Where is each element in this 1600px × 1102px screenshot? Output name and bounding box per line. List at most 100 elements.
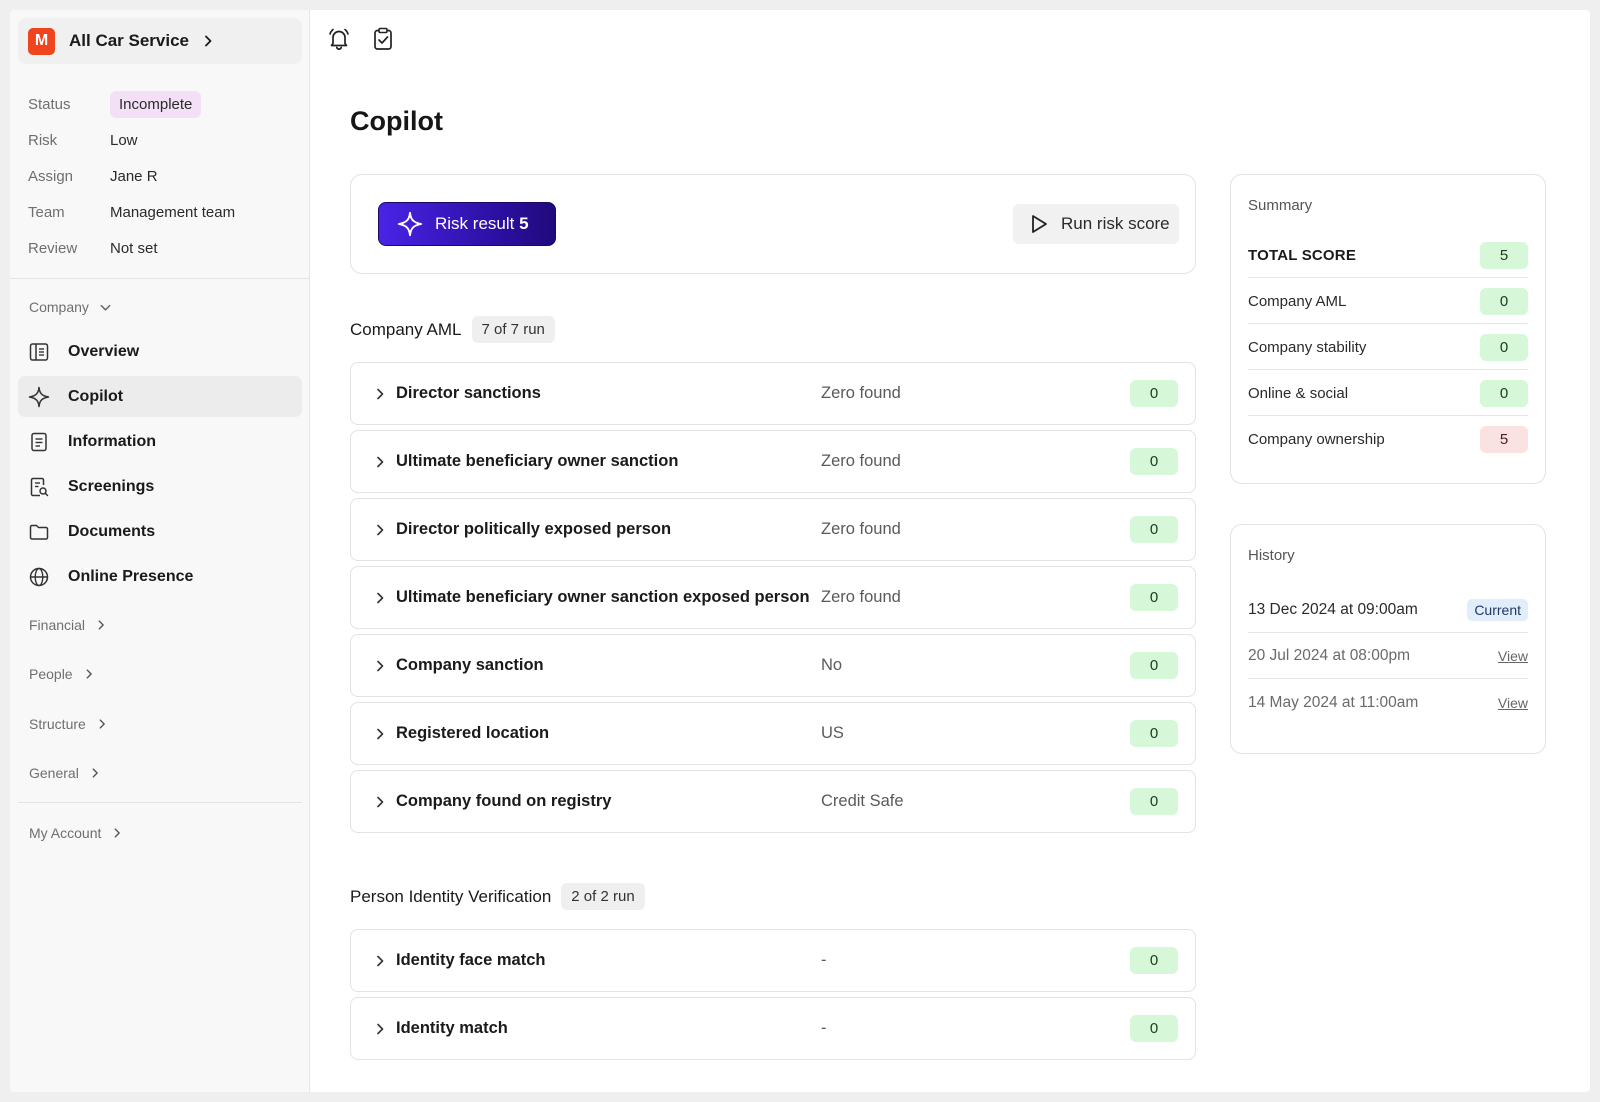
- sidebar-item-documents[interactable]: Documents: [18, 511, 302, 552]
- sidebar-item-label: Copilot: [68, 387, 124, 405]
- nav-group-company[interactable]: Company: [29, 299, 112, 315]
- check-row[interactable]: Director politically exposed person Zero…: [350, 498, 1196, 561]
- run-count-badge: 2 of 2 run: [561, 883, 645, 910]
- meta-assign: Assign Jane R: [28, 158, 298, 194]
- chevron-right-icon: [377, 524, 384, 536]
- check-row[interactable]: Ultimate beneficiary owner sanction expo…: [350, 566, 1196, 629]
- sidebar-item-overview[interactable]: Overview: [18, 331, 302, 372]
- org-switcher[interactable]: M All Car Service: [18, 18, 302, 64]
- score-badge: 0: [1130, 947, 1178, 974]
- sidebar-item-label: Screenings: [68, 477, 155, 495]
- check-name: Director politically exposed person: [396, 520, 672, 538]
- meta-key: Assign: [28, 167, 74, 185]
- summary-label: Company stability: [1248, 338, 1367, 356]
- page-title: Copilot: [350, 106, 443, 136]
- org-logo: M: [28, 27, 55, 55]
- check-row[interactable]: Identity match - 0: [350, 997, 1196, 1060]
- risk-result-button[interactable]: Risk result 5: [378, 202, 556, 246]
- meta-key: Review: [28, 239, 78, 257]
- meta-review: Review Not set: [28, 230, 298, 266]
- section-header-company-aml: Company AML 7 of 7 run: [350, 316, 555, 343]
- sidebar-item-information[interactable]: Information: [18, 421, 302, 462]
- bell-alert-icon[interactable]: [326, 26, 352, 52]
- check-row[interactable]: Company found on registry Credit Safe 0: [350, 770, 1196, 833]
- nav-group-general[interactable]: General: [29, 765, 101, 781]
- check-name: Ultimate beneficiary owner sanction expo…: [396, 588, 810, 606]
- score-badge: 0: [1130, 720, 1178, 747]
- summary-row-total: TOTAL SCORE 5: [1248, 233, 1528, 278]
- nav-group-label: Company: [29, 299, 89, 315]
- meta-team: Team Management team: [28, 194, 298, 230]
- check-name: Ultimate beneficiary owner sanction: [396, 452, 679, 470]
- chevron-right-icon: [377, 796, 384, 808]
- summary-label: TOTAL SCORE: [1248, 246, 1357, 264]
- check-row[interactable]: Ultimate beneficiary owner sanction Zero…: [350, 430, 1196, 493]
- chevron-right-icon: [377, 955, 384, 967]
- check-row[interactable]: Company sanction No 0: [350, 634, 1196, 697]
- chevron-right-icon: [86, 669, 92, 679]
- summary-row: Online & social 0: [1248, 371, 1528, 416]
- divider: [18, 802, 302, 803]
- score-badge: 0: [1130, 516, 1178, 543]
- score-badge: 0: [1130, 584, 1178, 611]
- history-date: 14 May 2024 at 11:00am: [1248, 693, 1419, 711]
- summary-row: Company stability 0: [1248, 325, 1528, 370]
- check-result: Zero found: [821, 452, 901, 470]
- meta-value[interactable]: Management team: [110, 204, 235, 221]
- meta-value[interactable]: Jane R: [110, 168, 158, 185]
- check-result: Credit Safe: [821, 792, 904, 810]
- check-result: -: [821, 951, 827, 969]
- chevron-right-icon: [377, 1023, 384, 1035]
- check-name: Company sanction: [396, 656, 544, 674]
- summary-title: Summary: [1248, 197, 1313, 214]
- check-row[interactable]: Identity face match - 0: [350, 929, 1196, 992]
- history-row: 13 Dec 2024 at 09:00am Current: [1248, 588, 1528, 633]
- sidebar: M All Car Service Status Incomplete Risk…: [10, 10, 310, 1092]
- score-badge: 0: [1480, 379, 1528, 407]
- meta-risk: Risk Low: [28, 122, 298, 158]
- risk-actions-card: Risk result 5 Run risk score: [350, 174, 1196, 274]
- summary-row: Company ownership 5: [1248, 417, 1528, 462]
- summary-label: Online & social: [1248, 384, 1349, 402]
- score-badge: 0: [1130, 788, 1178, 815]
- meta-key: Team: [28, 203, 65, 221]
- score-badge: 5: [1480, 426, 1528, 453]
- view-link[interactable]: View: [1498, 648, 1528, 664]
- check-row[interactable]: Registered location US 0: [350, 702, 1196, 765]
- meta-key: Status: [28, 95, 71, 113]
- clipboard-check-icon[interactable]: [370, 26, 396, 52]
- check-result: No: [821, 656, 843, 674]
- meta-value[interactable]: Not set: [110, 240, 158, 257]
- check-result: US: [821, 724, 844, 742]
- sidebar-item-copilot[interactable]: Copilot: [18, 376, 302, 417]
- nav-my-account[interactable]: My Account: [29, 825, 123, 841]
- app-window: M All Car Service Status Incomplete Risk…: [10, 10, 1590, 1092]
- check-result: Zero found: [821, 588, 901, 606]
- nav-group-financial[interactable]: Financial: [29, 617, 107, 633]
- score-badge: 0: [1130, 380, 1178, 407]
- summary-row: Company AML 0: [1248, 279, 1528, 324]
- header-toolbar: [326, 26, 396, 52]
- check-row[interactable]: Director sanctions Zero found 0: [350, 362, 1196, 425]
- meta-status: Status Incomplete: [28, 86, 298, 122]
- check-result: Zero found: [821, 520, 901, 538]
- view-link[interactable]: View: [1498, 695, 1528, 711]
- sparkle-icon: [28, 386, 50, 408]
- sparkle-icon: [397, 211, 423, 237]
- sidebar-item-online-presence[interactable]: Online Presence: [18, 556, 302, 597]
- folder-icon: [28, 521, 50, 543]
- nav-group-label: Financial: [29, 617, 86, 633]
- nav-group-people[interactable]: People: [29, 666, 95, 682]
- summary-label: Company AML: [1248, 292, 1347, 310]
- sidebar-item-label: Online Presence: [68, 567, 194, 585]
- chevron-right-icon: [377, 592, 384, 604]
- nav-group-label: My Account: [29, 825, 102, 841]
- meta-value: Low: [110, 131, 138, 149]
- status-badge: Incomplete: [110, 90, 202, 118]
- play-icon: [1032, 215, 1047, 233]
- sidebar-item-screenings[interactable]: Screenings: [18, 466, 302, 507]
- nav-group-structure[interactable]: Structure: [29, 716, 108, 732]
- summary-card: Summary TOTAL SCORE 5 Company AML 0 Comp…: [1230, 174, 1546, 484]
- sidebar-item-label: Information: [68, 432, 156, 450]
- run-risk-score-button[interactable]: Run risk score: [1013, 204, 1179, 244]
